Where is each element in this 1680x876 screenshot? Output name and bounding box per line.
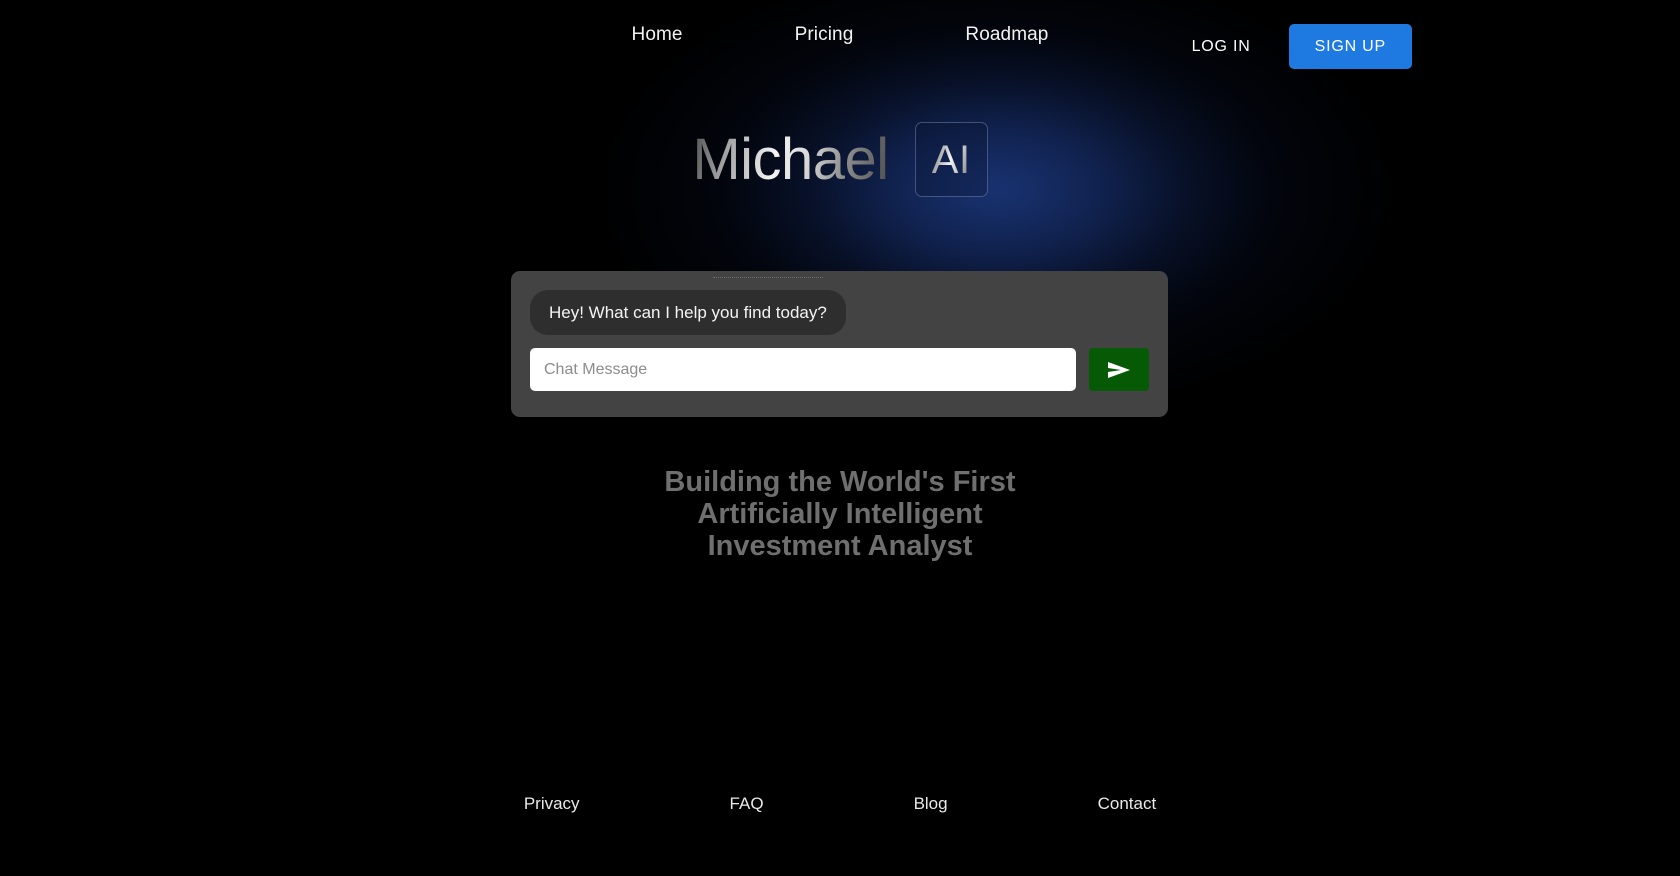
nav-auth-actions: LOG IN SIGN UP <box>1190 24 1412 69</box>
top-navigation-bar: Home Pricing Roadmap LOG IN SIGN UP <box>0 0 1680 76</box>
primary-nav-links: Home Pricing Roadmap <box>0 0 1680 76</box>
footer-links: Privacy FAQ Blog Contact <box>0 794 1680 814</box>
send-message-button[interactable] <box>1089 348 1149 391</box>
footer-link-contact[interactable]: Contact <box>1098 794 1157 814</box>
nav-link-home[interactable]: Home <box>632 24 683 46</box>
signup-button[interactable]: SIGN UP <box>1288 24 1412 69</box>
hero-headline-line-2: Artificially Intelligent <box>697 498 983 530</box>
footer-link-privacy[interactable]: Privacy <box>524 794 580 814</box>
chat-panel-dotted-divider <box>713 277 823 279</box>
chat-input-row <box>530 348 1149 391</box>
login-button[interactable]: LOG IN <box>1190 33 1253 60</box>
nav-link-roadmap[interactable]: Roadmap <box>965 24 1048 46</box>
chat-widget-panel: Hey! What can I help you find today? <box>511 271 1168 417</box>
footer-link-blog[interactable]: Blog <box>914 794 948 814</box>
logo-ai-badge: AI <box>914 122 988 197</box>
hero-headline-line-1: Building the World's First <box>664 466 1016 498</box>
brand-logo: Michael AI <box>0 122 1680 197</box>
nav-link-pricing[interactable]: Pricing <box>795 24 854 46</box>
hero-headline-line-3: Investment Analyst <box>707 530 973 562</box>
send-arrow-icon <box>1106 360 1132 380</box>
footer-link-faq[interactable]: FAQ <box>730 794 764 814</box>
hero-headline: Building the World's First Artificially … <box>0 466 1680 562</box>
chat-greeting-bubble: Hey! What can I help you find today? <box>530 290 846 335</box>
chat-message-input[interactable] <box>530 348 1076 391</box>
logo-ai-badge-text: AI <box>931 137 971 182</box>
logo-wordmark-text: Michael <box>692 125 889 195</box>
